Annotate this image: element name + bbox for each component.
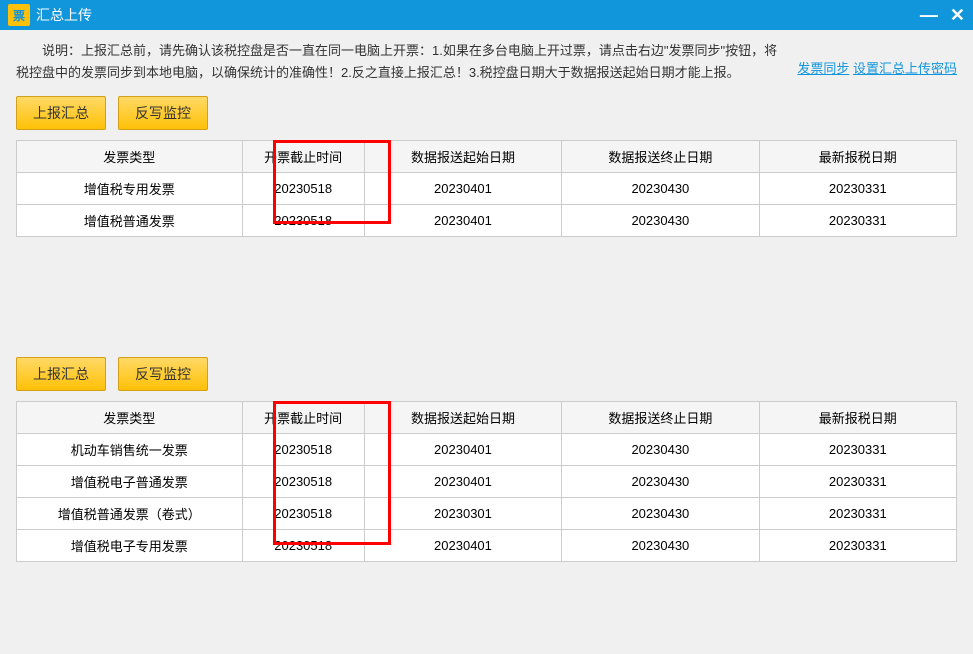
col-end: 数据报送终止日期 <box>562 402 759 434</box>
col-start: 数据报送起始日期 <box>364 141 561 173</box>
invoice-icon: 票 <box>8 4 30 26</box>
invoice-table-2: 发票类型 开票截止时间 数据报送起始日期 数据报送终止日期 最新报税日期 机动车… <box>16 401 957 562</box>
cell-type: 增值税电子专用发票 <box>17 530 243 562</box>
report-summary-button[interactable]: 上报汇总 <box>16 357 106 391</box>
cell-deadline: 20230518 <box>242 205 364 237</box>
cell-end: 20230430 <box>562 434 759 466</box>
cell-deadline: 20230518 <box>242 466 364 498</box>
description-links: 发票同步 设置汇总上传密码 <box>797 40 957 77</box>
col-latest: 最新报税日期 <box>759 141 956 173</box>
cell-end: 20230430 <box>562 498 759 530</box>
cell-deadline: 20230518 <box>242 530 364 562</box>
cell-deadline: 20230518 <box>242 498 364 530</box>
set-upload-password-link[interactable]: 设置汇总上传密码 <box>853 61 957 76</box>
cell-latest: 20230331 <box>759 205 956 237</box>
col-type: 发票类型 <box>17 141 243 173</box>
table-wrap-1: 发票类型 开票截止时间 数据报送起始日期 数据报送终止日期 最新报税日期 增值税… <box>16 140 957 237</box>
cell-start: 20230401 <box>364 466 561 498</box>
cell-type: 机动车销售统一发票 <box>17 434 243 466</box>
col-type: 发票类型 <box>17 402 243 434</box>
table-row: 增值税专用发票 20230518 20230401 20230430 20230… <box>17 173 957 205</box>
description-text: 说明：上报汇总前，请先确认该税控盘是否一直在同一电脑上开票：1.如果在多台电脑上… <box>16 40 789 84</box>
minimize-button[interactable]: — <box>920 5 938 26</box>
table-row: 增值税电子普通发票 20230518 20230401 20230430 202… <box>17 466 957 498</box>
close-button[interactable]: ✕ <box>950 5 965 26</box>
col-deadline: 开票截止时间 <box>242 141 364 173</box>
cell-latest: 20230331 <box>759 530 956 562</box>
cell-end: 20230430 <box>562 173 759 205</box>
cell-latest: 20230331 <box>759 466 956 498</box>
cell-latest: 20230331 <box>759 434 956 466</box>
section-1: 上报汇总 反写监控 发票类型 开票截止时间 数据报送起始日期 数据报送终止日期 … <box>16 96 957 237</box>
title-left: 票 汇总上传 <box>8 4 92 26</box>
table-header-row: 发票类型 开票截止时间 数据报送起始日期 数据报送终止日期 最新报税日期 <box>17 141 957 173</box>
button-row-2: 上报汇总 反写监控 <box>16 357 957 391</box>
table-row: 增值税普通发票（卷式） 20230518 20230301 20230430 2… <box>17 498 957 530</box>
col-deadline: 开票截止时间 <box>242 402 364 434</box>
title-bar: 票 汇总上传 — ✕ <box>0 0 973 30</box>
table-header-row: 发票类型 开票截止时间 数据报送起始日期 数据报送终止日期 最新报税日期 <box>17 402 957 434</box>
col-latest: 最新报税日期 <box>759 402 956 434</box>
invoice-table-1: 发票类型 开票截止时间 数据报送起始日期 数据报送终止日期 最新报税日期 增值税… <box>16 140 957 237</box>
cell-deadline: 20230518 <box>242 173 364 205</box>
table-wrap-2: 发票类型 开票截止时间 数据报送起始日期 数据报送终止日期 最新报税日期 机动车… <box>16 401 957 562</box>
table-row: 增值税普通发票 20230518 20230401 20230430 20230… <box>17 205 957 237</box>
writeback-monitor-button[interactable]: 反写监控 <box>118 96 208 130</box>
window-controls: — ✕ <box>920 5 965 26</box>
writeback-monitor-button[interactable]: 反写监控 <box>118 357 208 391</box>
col-end: 数据报送终止日期 <box>562 141 759 173</box>
cell-start: 20230301 <box>364 498 561 530</box>
cell-latest: 20230331 <box>759 498 956 530</box>
cell-latest: 20230331 <box>759 173 956 205</box>
table-row: 机动车销售统一发票 20230518 20230401 20230430 202… <box>17 434 957 466</box>
cell-start: 20230401 <box>364 205 561 237</box>
cell-type: 增值税普通发票（卷式） <box>17 498 243 530</box>
sync-invoice-link[interactable]: 发票同步 <box>797 61 849 76</box>
cell-deadline: 20230518 <box>242 434 364 466</box>
cell-type: 增值税专用发票 <box>17 173 243 205</box>
content-area: 说明：上报汇总前，请先确认该税控盘是否一直在同一电脑上开票：1.如果在多台电脑上… <box>0 30 973 652</box>
cell-type: 增值税普通发票 <box>17 205 243 237</box>
cell-end: 20230430 <box>562 205 759 237</box>
description-row: 说明：上报汇总前，请先确认该税控盘是否一直在同一电脑上开票：1.如果在多台电脑上… <box>16 40 957 84</box>
button-row-1: 上报汇总 反写监控 <box>16 96 957 130</box>
section-2: 上报汇总 反写监控 发票类型 开票截止时间 数据报送起始日期 数据报送终止日期 … <box>16 357 957 562</box>
report-summary-button[interactable]: 上报汇总 <box>16 96 106 130</box>
cell-type: 增值税电子普通发票 <box>17 466 243 498</box>
cell-start: 20230401 <box>364 530 561 562</box>
cell-end: 20230430 <box>562 466 759 498</box>
cell-end: 20230430 <box>562 530 759 562</box>
table-row: 增值税电子专用发票 20230518 20230401 20230430 202… <box>17 530 957 562</box>
window-title: 汇总上传 <box>36 5 92 25</box>
col-start: 数据报送起始日期 <box>364 402 561 434</box>
cell-start: 20230401 <box>364 434 561 466</box>
cell-start: 20230401 <box>364 173 561 205</box>
